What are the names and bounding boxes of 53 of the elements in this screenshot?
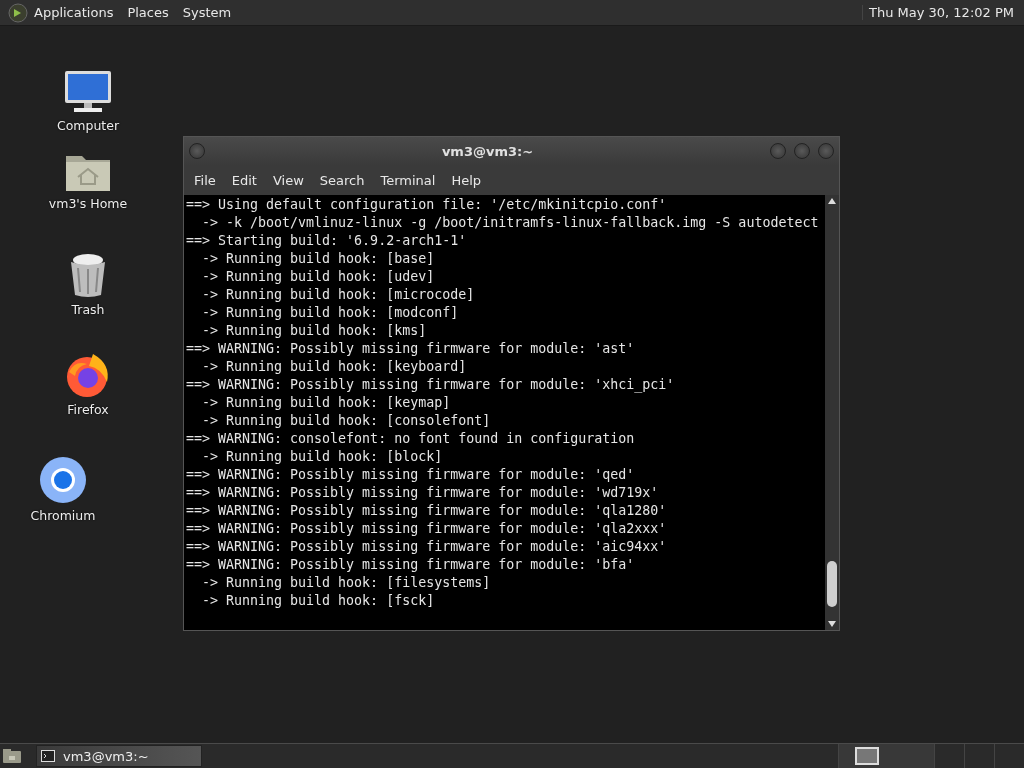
scroll-up-icon[interactable] — [828, 198, 836, 204]
terminal-line: -> Running build hook: [kms] — [201, 322, 428, 340]
chromium-icon[interactable] — [39, 456, 87, 504]
panel-menu[interactable]: Applications — [34, 5, 114, 20]
terminal-line: -> Running build hook: [fsck] — [201, 592, 436, 610]
menu-item[interactable]: Terminal — [372, 172, 444, 188]
terminal-line: -> Running build hook: [microcode] — [201, 286, 476, 304]
menu-item[interactable]: Search — [311, 172, 373, 188]
terminal-line: ==> WARNING: Possibly missing firmware for module: 'ast' — [186, 340, 636, 358]
window-title: vm3@vm3:~ — [440, 143, 535, 159]
terminal-line: -> Running build hook: [base] — [201, 250, 436, 268]
workspace[interactable] — [838, 744, 934, 768]
scrollbar-thumb[interactable] — [827, 561, 837, 607]
terminal-line: ==> Starting build: '6.9.2-arch1-1' — [186, 232, 468, 250]
scroll-down-icon[interactable] — [828, 621, 836, 627]
terminal-icon — [41, 750, 55, 762]
menu-item[interactable]: View — [264, 172, 312, 188]
icon-label[interactable]: Chromium — [30, 508, 96, 523]
scrollbar[interactable] — [825, 195, 839, 630]
terminal-line: ==> WARNING: Possibly missing firmware for module: 'xhci_pci' — [186, 376, 676, 394]
terminal-line: ==> WARNING: Possibly missing firmware for module: 'qed' — [186, 466, 636, 484]
firefox-icon[interactable] — [65, 352, 111, 398]
panel-menu[interactable]: System — [182, 5, 232, 20]
terminal-line: ==> Using default configuration file: '/etc/mkinitcpio.conf' — [186, 196, 668, 214]
terminal-line: ==> WARNING: Possibly missing firmware for module: 'qla2xxx' — [186, 520, 668, 538]
terminal-line: -> Running build hook: [modconf] — [201, 304, 460, 322]
taskbar-button[interactable]: vm3@vm3:~ — [36, 745, 202, 767]
icon-label[interactable]: Firefox — [67, 402, 109, 417]
terminal-line: ==> WARNING: Possibly missing firmware for module: 'qla1280' — [186, 502, 668, 520]
icon-label[interactable]: Computer — [56, 118, 120, 133]
trash-icon[interactable] — [68, 252, 108, 298]
terminal-line: -> Running build hook: [keyboard] — [201, 358, 468, 376]
terminal-line: -> Running build hook: [block] — [201, 448, 444, 466]
icon-label[interactable]: vm3's Home — [48, 196, 128, 211]
terminal-line: -> Running build hook: [consolefont] — [201, 412, 492, 430]
show-desktop-icon[interactable] — [2, 748, 22, 764]
computer-icon[interactable] — [64, 70, 112, 114]
terminal-logo-icon[interactable] — [8, 2, 28, 23]
terminal-line: ==> WARNING: Possibly missing firmware for module: 'aic94xx' — [186, 538, 668, 556]
panel-menu[interactable]: Places — [127, 5, 169, 20]
window-thumbnail — [855, 747, 879, 765]
clock[interactable]: Thu May 30, 12:02 PM — [861, 5, 1020, 20]
terminal-line: -> Running build hook: [keymap] — [201, 394, 452, 412]
menu-item[interactable]: File — [186, 172, 224, 188]
terminal-line: ==> WARNING: Possibly missing firmware for module: 'wd719x' — [186, 484, 660, 502]
terminal-line: ==> WARNING: Possibly missing firmware for module: 'bfa' — [186, 556, 636, 574]
menu-item[interactable]: Help — [443, 172, 490, 188]
menu-item[interactable]: Edit — [223, 172, 265, 188]
terminal-line: -> Running build hook: [udev] — [201, 268, 436, 286]
terminal-line: -> -k /boot/vmlinuz-linux -g /boot/initramfs-linux-fallback.img -S autodetect — [201, 214, 820, 232]
terminal-line: ==> WARNING: consolefont: no font found in configuration — [186, 430, 636, 448]
terminal-line: -> Running build hook: [filesystems] — [201, 574, 492, 592]
icon-label[interactable]: Trash — [71, 302, 105, 317]
